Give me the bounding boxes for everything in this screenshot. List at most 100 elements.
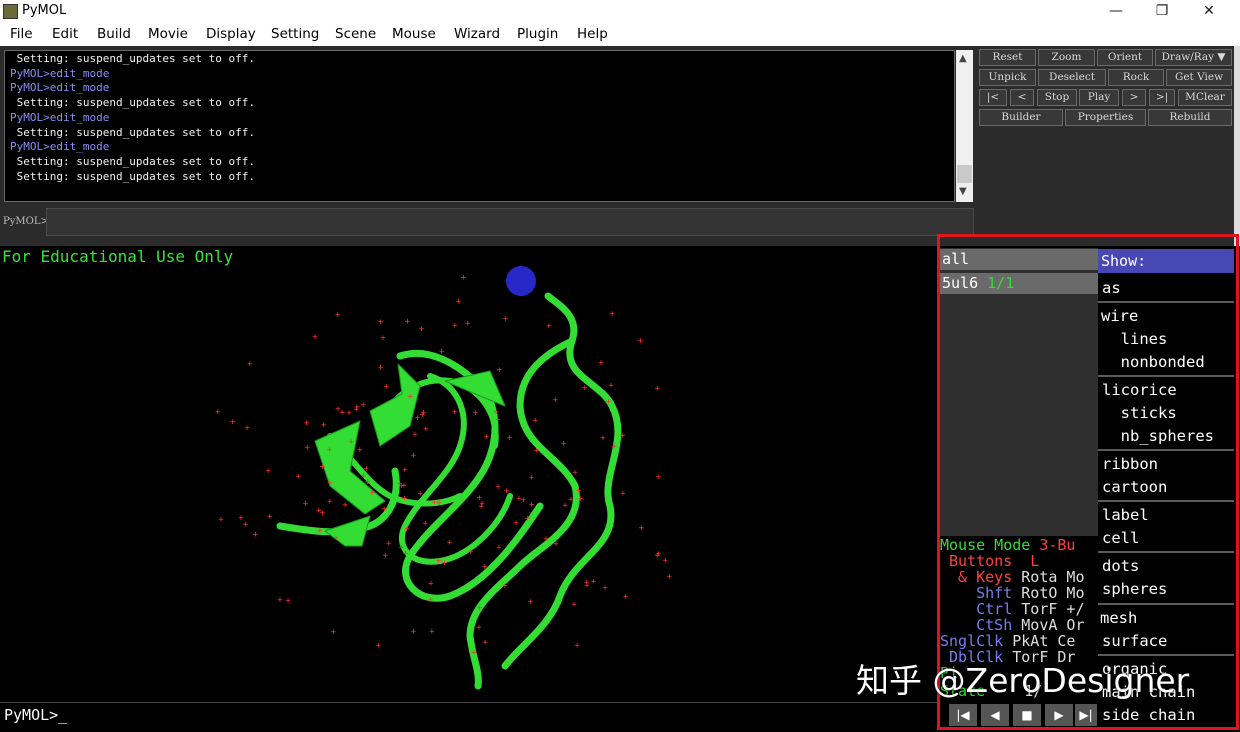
water-marker: + (482, 638, 488, 648)
menu-plugin[interactable]: Plugin (517, 26, 558, 42)
water-marker: + (349, 438, 355, 448)
stop-button[interactable]: Stop (1037, 89, 1077, 106)
reset-button[interactable]: Reset (979, 49, 1036, 66)
water-marker: + (553, 539, 559, 549)
rebuild-button[interactable]: Rebuild (1148, 109, 1232, 126)
last-frame-button[interactable]: >| (1149, 89, 1175, 106)
water-marker: + (277, 595, 283, 605)
water-marker: + (667, 572, 673, 582)
scroll-up-icon[interactable]: ▲ (959, 53, 967, 64)
water-marker: + (230, 417, 236, 427)
molecule-viewer[interactable]: + + + + + + + + + + + + + + + + + + + + + + + + + + + + + + + + + + + + + + + +… (0, 246, 937, 702)
viewer-command-line[interactable]: PyMOL>_ (0, 702, 937, 732)
educational-use-label: For Educational Use Only (2, 247, 234, 266)
water-marker: + (546, 322, 552, 332)
water-marker: + (285, 597, 291, 607)
scroll-thumb[interactable] (957, 165, 972, 183)
menu-wizard[interactable]: Wizard (454, 26, 500, 42)
water-marker: + (504, 487, 510, 497)
panel-scrollbar[interactable] (1234, 46, 1240, 246)
console-command-line: PyMOL>edit_mode (10, 110, 110, 124)
menu-movie[interactable]: Movie (148, 26, 188, 42)
water-marker: + (376, 641, 382, 651)
water-marker: + (476, 623, 482, 633)
water-marker: + (346, 409, 352, 419)
water-marker: + (321, 421, 327, 431)
water-marker: + (602, 584, 608, 594)
water-marker: + (215, 408, 221, 418)
water-marker: + (320, 463, 326, 473)
water-marker: + (411, 627, 417, 637)
water-marker: + (477, 604, 483, 614)
water-marker: + (525, 514, 531, 524)
water-marker: + (439, 347, 445, 357)
water-marker: + (312, 333, 318, 343)
water-marker: + (267, 512, 273, 522)
water-marker: + (533, 416, 539, 426)
first-frame-button[interactable]: |< (979, 89, 1007, 106)
menu-build[interactable]: Build (97, 26, 131, 42)
command-input[interactable] (46, 208, 974, 236)
builder-button[interactable]: Builder (979, 109, 1063, 126)
water-marker: + (402, 466, 408, 476)
water-marker: + (461, 273, 467, 283)
water-marker: + (333, 534, 339, 544)
water-marker: + (468, 548, 474, 558)
menu-display[interactable]: Display (206, 26, 256, 42)
console-command-line: PyMOL>edit_mode (10, 140, 110, 154)
unpick-button[interactable]: Unpick (979, 69, 1036, 86)
water-marker: + (620, 431, 626, 441)
water-marker: + (608, 381, 614, 391)
menu-setting[interactable]: Setting (271, 26, 319, 42)
water-marker: + (600, 433, 606, 443)
water-marker: + (507, 434, 513, 444)
beta-sheet-3 (324, 515, 371, 547)
water-marker: + (244, 424, 250, 434)
maximize-button[interactable]: ❐ (1139, 0, 1185, 23)
play-button[interactable]: Play (1079, 89, 1119, 106)
command-prompt-label: PyMOL> (3, 216, 49, 227)
water-marker: + (610, 310, 616, 320)
water-marker: + (327, 445, 333, 455)
water-marker: + (432, 498, 438, 508)
water-marker: + (399, 543, 405, 553)
water-marker: + (405, 317, 411, 327)
scroll-down-icon[interactable]: ▼ (959, 186, 967, 197)
orient-button[interactable]: Orient (1097, 49, 1153, 66)
properties-button[interactable]: Properties (1065, 109, 1146, 126)
water-marker: + (591, 577, 597, 587)
water-marker: + (303, 499, 309, 509)
zoom-button[interactable]: Zoom (1038, 49, 1095, 66)
deselect-button[interactable]: Deselect (1038, 69, 1106, 86)
water-marker: + (354, 405, 360, 415)
water-marker: + (655, 384, 661, 394)
water-marker: + (383, 551, 389, 561)
menu-edit[interactable]: Edit (52, 26, 78, 42)
water-marker: + (407, 392, 413, 402)
water-marker: + (582, 383, 588, 393)
beta-sheet-2 (314, 420, 386, 515)
water-marker: + (253, 530, 259, 540)
console-scrollbar[interactable]: ▲ ▼ (956, 50, 973, 202)
next-frame-button[interactable]: > (1122, 89, 1146, 106)
water-marker: + (568, 495, 574, 505)
prev-frame-button[interactable]: < (1010, 89, 1034, 106)
water-marker: + (402, 494, 408, 504)
rock-button[interactable]: Rock (1108, 69, 1164, 86)
menu-help[interactable]: Help (577, 26, 608, 42)
water-marker: + (320, 509, 326, 519)
water-marker: + (218, 515, 224, 525)
window-title: PyMOL (22, 3, 67, 18)
water-marker: + (418, 489, 424, 499)
water-marker: + (428, 596, 434, 606)
water-marker: + (516, 494, 522, 504)
menu-scene[interactable]: Scene (335, 26, 376, 42)
water-marker: + (503, 315, 509, 325)
close-button[interactable]: ✕ (1186, 0, 1232, 23)
get-view-button[interactable]: Get View (1166, 69, 1232, 86)
menu-mouse[interactable]: Mouse (392, 26, 436, 42)
menu-file[interactable]: File (10, 26, 33, 42)
mclear-button[interactable]: MClear (1178, 89, 1232, 106)
draw-ray-button[interactable]: Draw/Ray ▼ (1155, 49, 1232, 66)
minimize-button[interactable]: — (1093, 0, 1139, 23)
